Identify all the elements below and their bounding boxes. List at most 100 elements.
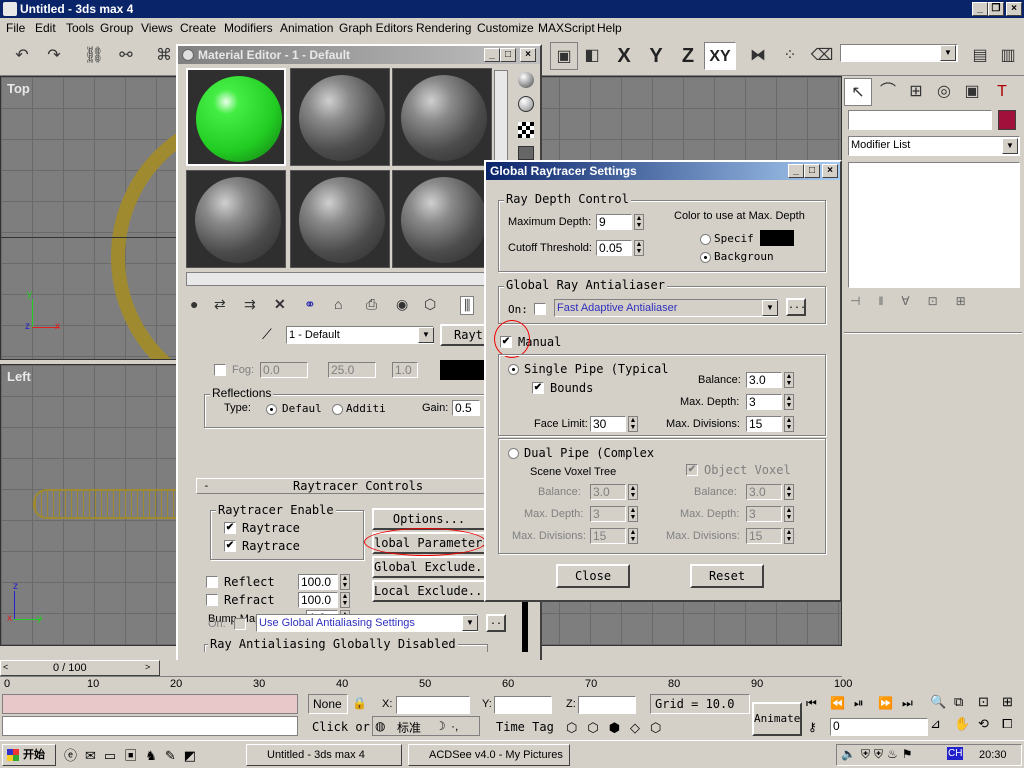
time-tag[interactable]: Time Tag: [496, 720, 554, 734]
make-unique-icon[interactable]: ⌂: [334, 296, 342, 312]
single-max-div-spinner[interactable]: ▲ ▼: [784, 416, 794, 432]
y-coord-field[interactable]: [494, 696, 552, 714]
menu-views[interactable]: Views: [141, 21, 173, 35]
taskbar-item-acdsee[interactable]: ACDSee v4.0 - My Pictures: [408, 744, 570, 766]
display-tab-icon[interactable]: ▣: [958, 78, 986, 106]
axis-xy-button[interactable]: XY: [704, 42, 736, 70]
zoom-icon[interactable]: 🔍: [930, 694, 946, 710]
menu-tools[interactable]: Tools: [66, 21, 94, 35]
show-map-icon[interactable]: ⬡: [424, 296, 436, 313]
go-to-end-icon[interactable]: ⏭: [902, 696, 913, 711]
dual-pipe-radio[interactable]: [508, 448, 519, 459]
copy-material-icon[interactable]: ⚭: [304, 296, 316, 313]
me-antialias-dropdown[interactable]: Use Global Antialiasing Settings: [256, 614, 478, 632]
menu-maxscript[interactable]: MAXScript: [538, 21, 595, 35]
array-icon[interactable]: ⁘: [776, 42, 804, 70]
utilities-tab-icon[interactable]: T: [988, 78, 1016, 106]
mirror-tool-icon[interactable]: ⧓: [744, 42, 772, 70]
prev-frame-icon[interactable]: ⏪: [830, 696, 845, 710]
rd-minimize-icon[interactable]: _: [788, 164, 804, 178]
play-icon[interactable]: ⏯: [854, 696, 864, 711]
rd-maximize-icon[interactable]: □: [804, 164, 820, 178]
dual-balance-field-2[interactable]: 3.0: [746, 484, 782, 500]
reflections-default-radio[interactable]: [266, 404, 277, 415]
unlink-icon[interactable]: ⚯: [112, 42, 140, 70]
axis-z-button[interactable]: Z: [674, 42, 702, 70]
sample-slot-5[interactable]: [290, 170, 390, 268]
sample-slot-2[interactable]: [290, 68, 390, 166]
named-selection-arrow-icon[interactable]: ▼: [940, 45, 956, 61]
object-voxel-checkbox[interactable]: ✔: [686, 464, 698, 476]
local-exclude-button[interactable]: Local Exclude...: [372, 580, 486, 602]
menu-animation[interactable]: Animation: [280, 21, 333, 35]
outlook-icon[interactable]: ✉: [85, 748, 104, 763]
antialiaser-on-checkbox[interactable]: [534, 303, 546, 315]
raytrace-checkbox-2[interactable]: ✔: [224, 540, 236, 552]
pan-icon[interactable]: ✋: [954, 716, 970, 732]
backlight-icon[interactable]: [518, 96, 534, 112]
face-limit-field[interactable]: 30: [590, 416, 626, 432]
time-next-icon[interactable]: >: [145, 662, 150, 672]
refract-value-field[interactable]: 100.0: [298, 592, 338, 608]
volume-icon[interactable]: 🔈: [841, 747, 856, 761]
taskbar-item-3dsmax[interactable]: Untitled - 3ds max 4: [246, 744, 402, 766]
object-color-swatch[interactable]: [998, 110, 1016, 130]
dual-max-div-field-2[interactable]: 15: [746, 528, 782, 544]
object-name-field[interactable]: [848, 110, 992, 130]
app-icon-1[interactable]: ♞: [145, 748, 165, 763]
dual-max-depth-field-2[interactable]: 3: [746, 506, 782, 522]
show-end-result-icon[interactable]: ⫼: [460, 296, 475, 315]
curve-editor-icon[interactable]: ▥: [994, 42, 1022, 70]
reflect-value-field[interactable]: 100.0: [298, 574, 338, 590]
max-depth-spinner[interactable]: ▲ ▼: [634, 214, 644, 230]
raytracer-controls-header[interactable]: - Raytracer Controls: [196, 478, 488, 494]
cutoff-threshold-spinner[interactable]: ▲ ▼: [634, 240, 644, 256]
align-icon[interactable]: ▣: [550, 42, 578, 70]
reflect-checkbox[interactable]: [206, 576, 218, 588]
refract-spinner[interactable]: ▲ ▼: [340, 592, 350, 608]
reset-button[interactable]: Reset: [690, 564, 764, 588]
ime-toolbar[interactable]: ◍ 标准 ☽ ·,: [372, 716, 480, 736]
face-limit-spinner[interactable]: ▲ ▼: [628, 416, 638, 432]
language-indicator[interactable]: CH: [947, 747, 964, 760]
max-depth-field[interactable]: 9: [596, 214, 632, 230]
background-color-radio[interactable]: [700, 252, 711, 263]
single-balance-spinner[interactable]: ▲ ▼: [784, 372, 794, 388]
snap-toggle-icons[interactable]: ⬡⬡⬢◇⬡: [566, 720, 671, 736]
start-button[interactable]: 开始: [2, 744, 56, 766]
me-antialias-arrow-icon[interactable]: ▼: [462, 615, 478, 631]
fog-start-field[interactable]: 0.0: [260, 362, 308, 378]
menu-modifiers[interactable]: Modifiers: [224, 21, 273, 35]
sample-hscrollbar[interactable]: [186, 272, 496, 286]
menu-create[interactable]: Create: [180, 21, 216, 35]
redo-icon[interactable]: ↷: [40, 42, 68, 70]
sample-slot-3[interactable]: [392, 68, 492, 166]
x-coord-field[interactable]: [396, 696, 470, 714]
undo-icon[interactable]: ↶: [8, 42, 36, 70]
fog-checkbox[interactable]: [214, 364, 226, 376]
assign-material-icon[interactable]: ⇉: [244, 296, 256, 313]
key-mode-icon[interactable]: ⚷: [808, 720, 817, 734]
material-type-button[interactable]: Raytr: [440, 324, 490, 346]
ime-moon-icon[interactable]: ☽: [435, 719, 446, 733]
lock-selection-icon[interactable]: 🔒: [352, 696, 367, 710]
zoom-extents-all-icon[interactable]: ⊞: [1002, 694, 1013, 710]
zoom-extents-icon[interactable]: ⊡: [978, 694, 989, 710]
minimize-icon[interactable]: _: [972, 2, 988, 16]
bounds-checkbox[interactable]: ✔: [532, 382, 544, 394]
put-library-icon[interactable]: ⎙: [366, 296, 377, 313]
single-pipe-radio[interactable]: [508, 364, 519, 375]
current-frame-field[interactable]: 0: [830, 718, 928, 736]
sample-slot-4[interactable]: [186, 170, 286, 268]
background-checker-icon[interactable]: [518, 122, 534, 138]
reflect-spinner[interactable]: ▲ ▼: [340, 574, 350, 590]
specify-color-radio[interactable]: [700, 234, 711, 245]
fog-amount-field[interactable]: 1.0: [392, 362, 418, 378]
animate-button[interactable]: Animate: [752, 702, 802, 736]
menu-group[interactable]: Group: [100, 21, 133, 35]
menu-help[interactable]: Help: [597, 21, 622, 35]
material-name-arrow-icon[interactable]: ▼: [418, 327, 434, 343]
axis-y-button[interactable]: Y: [642, 42, 670, 70]
get-material-icon[interactable]: ●: [190, 296, 198, 312]
put-to-scene-icon[interactable]: ⇄: [214, 296, 226, 313]
